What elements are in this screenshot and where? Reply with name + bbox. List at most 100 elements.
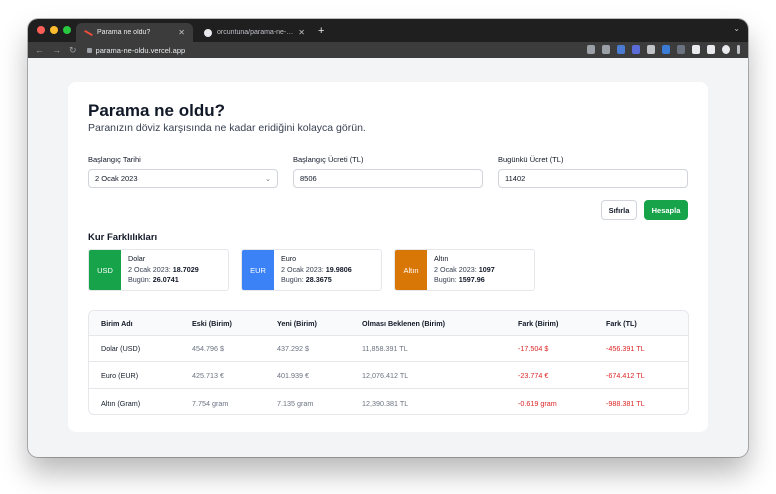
tab-title: orcuntuna/parama-ne-oldu: Pa [217,29,294,36]
address-bar[interactable]: parama-ne-oldu.vercel.app [86,45,186,55]
cell-diff-unit: -17.504 $ [518,344,549,353]
page-subtitle: Paranızın döviz karşısında ne kadar erid… [88,122,366,134]
rate-card-gold: Altın Altın 2 Ocak 2023: 1097 Bugün: 159… [394,249,535,291]
header-unit-name: Birim Adı [101,318,133,328]
puzzle-icon[interactable] [692,45,700,54]
cell-diff-tl: -988.381 TL [606,398,645,408]
cell-diff-unit: -23.774 € [518,371,549,380]
extension-icon[interactable] [677,45,685,54]
table-row: Euro (EUR) 425.713 € 401.939 € 12,076.41… [89,363,688,389]
currency-name: Dolar [128,254,146,263]
start-date-value: 2 Ocak 2023 [95,174,138,183]
cell-expected: 12,390.381 TL [362,398,409,408]
now-value: 26.0741 [152,275,179,284]
currency-badge: EUR [242,250,274,290]
lock-icon [86,47,92,53]
start-wage-value: 8506 [300,174,317,183]
close-window-button[interactable] [37,26,45,34]
header-diff-unit: Fark (Birim) [518,318,559,328]
currency-name: Altın [434,254,449,263]
new-tab-button[interactable]: + [318,23,324,39]
table-row: Altın (Gram) 7.754 gram 7.135 gram 12,39… [89,390,688,414]
tab-github[interactable]: orcuntuna/parama-ne-oldu: Pa ✕ [196,23,313,42]
then-label: 2 Ocak 2023: [281,264,324,274]
kebab-menu-icon[interactable] [737,45,740,54]
table-row: Dolar (USD) 454.796 $ 437.292 $ 11,858.3… [89,336,688,362]
now-label: Bugün: [128,275,151,284]
cell-old: 425.713 € [192,371,224,380]
start-wage-input[interactable]: 8506 [293,169,483,188]
share-icon[interactable] [587,45,595,54]
start-wage-label: Başlangıç Ücreti (TL) [293,155,364,164]
chevron-down-icon[interactable]: ⌄ [733,24,740,33]
cell-diff-tl: -456.391 TL [606,344,645,353]
currency-badge: Altın [395,250,427,290]
maximize-window-button[interactable] [63,26,71,34]
current-wage-input[interactable]: 11402 [498,169,688,188]
cell-expected: 11,858.391 TL [362,344,408,353]
chevron-down-icon: ⌄ [265,175,271,183]
bookmark-star-icon[interactable] [602,45,610,54]
extension-icon[interactable] [617,45,625,54]
header-new: Yeni (Birim) [277,318,317,328]
cell-diff-tl: -674.412 TL [606,371,645,380]
tab-bar: Parama ne oldu? ✕ orcuntuna/parama-ne-ol… [28,19,748,42]
cell-diff-unit: -0.619 gram [518,398,557,408]
cell-new: 401.939 € [277,371,309,380]
tab-parama-ne-oldu[interactable]: Parama ne oldu? ✕ [76,23,193,42]
start-date-select[interactable]: 2 Ocak 2023 ⌄ [88,169,278,188]
browser-toolbar: ← → ↻ parama-ne-oldu.vercel.app [28,42,748,58]
close-tab-icon[interactable]: ✕ [298,28,305,37]
cell-expected: 12,076.412 TL [362,371,409,380]
extensions-area [587,45,740,54]
table-header: Birim Adı Eski (Birim) Yeni (Birim) Olma… [89,311,688,336]
extension-icon[interactable] [632,45,640,54]
then-label: 2 Ocak 2023: [128,264,171,274]
current-wage-label: Bugünkü Ücret (TL) [498,155,564,164]
now-value: 1597.96 [458,275,485,284]
header-diff-tl: Fark (TL) [606,318,637,328]
sidebar-icon[interactable] [707,45,715,54]
now-label: Bugün: [281,275,304,284]
url-text: parama-ne-oldu.vercel.app [95,45,186,55]
header-old: Eski (Birim) [192,318,232,328]
cell-unit-name: Dolar (USD) [101,344,141,353]
close-tab-icon[interactable]: ✕ [178,28,185,37]
github-icon [204,28,212,37]
window-controls [37,26,71,34]
cell-new: 7.135 gram [277,398,314,408]
results-table: Birim Adı Eski (Birim) Yeni (Birim) Olma… [88,310,689,415]
then-label: 2 Ocak 2023: [434,264,477,274]
rate-card-usd: USD Dolar 2 Ocak 2023: 18.7029 Bugün: 26… [88,249,229,291]
minimize-window-button[interactable] [50,26,58,34]
main-card: Parama ne oldu? Paranızın döviz karşısın… [68,82,708,432]
reset-button[interactable]: Sıfırla [601,200,637,220]
then-value: 19.9806 [325,264,352,274]
rates-title: Kur Farklılıkları [88,232,158,243]
browser-window: Parama ne oldu? ✕ orcuntuna/parama-ne-ol… [28,19,748,457]
rate-card-eur: EUR Euro 2 Ocak 2023: 19.9806 Bugün: 28.… [241,249,382,291]
cell-unit-name: Euro (EUR) [101,371,139,380]
cell-unit-name: Altın (Gram) [101,398,141,408]
then-value: 18.7029 [172,264,199,274]
extension-icon[interactable] [662,45,670,54]
extension-icon[interactable] [647,45,655,54]
then-value: 1097 [478,264,495,274]
forward-icon[interactable]: → [52,45,61,56]
currency-badge: USD [89,250,121,290]
start-date-label: Başlangıç Tarihi [88,155,141,164]
now-value: 28.3675 [305,275,332,284]
reload-icon[interactable]: ↻ [69,45,77,56]
header-expected: Olması Beklenen (Birim) [362,318,446,328]
profile-avatar[interactable] [722,45,730,54]
cell-old: 454.796 $ [192,344,224,353]
back-icon[interactable]: ← [35,45,44,56]
calculate-button[interactable]: Hesapla [644,200,688,220]
currency-name: Euro [281,254,297,263]
page-title: Parama ne oldu? [88,101,225,120]
tab-title: Parama ne oldu? [97,29,151,36]
cell-new: 437.292 $ [277,344,309,353]
current-wage-value: 11402 [505,174,526,183]
chart-down-icon [84,29,92,37]
cell-old: 7.754 gram [192,398,229,408]
